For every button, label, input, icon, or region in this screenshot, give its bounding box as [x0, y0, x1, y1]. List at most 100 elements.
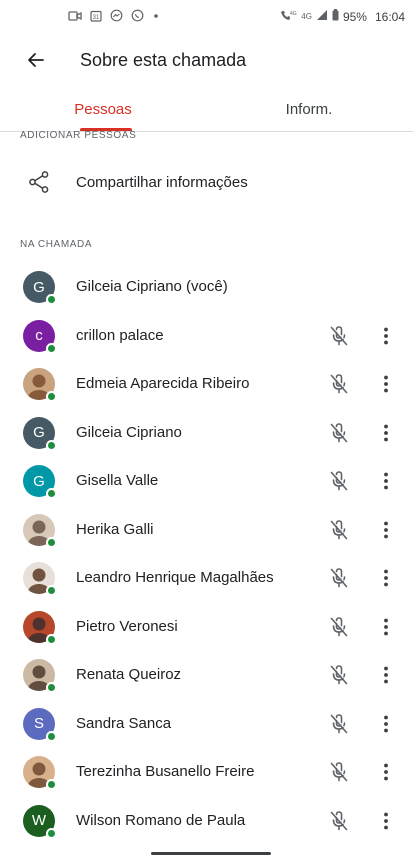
avatar	[23, 756, 57, 790]
online-status-dot	[46, 536, 57, 548]
more-vert-icon[interactable]	[374, 809, 398, 833]
tab-pessoas[interactable]: Pessoas	[0, 86, 206, 132]
more-vert-icon[interactable]	[374, 324, 398, 348]
system-status: 4G 4G 95% 16:04	[279, 9, 405, 24]
page-title: Sobre esta chamada	[80, 50, 247, 70]
participant-name: Wilson Romano de Paula	[76, 811, 246, 829]
battery-percent: 95%	[342, 9, 367, 24]
mic-off-icon[interactable]	[327, 712, 351, 736]
online-status-dot	[46, 294, 57, 305]
more-vert-icon[interactable]	[374, 421, 398, 445]
mic-off-icon[interactable]	[327, 469, 351, 493]
back-button[interactable]	[22, 48, 50, 76]
avatar: W	[23, 804, 57, 839]
mic-off-icon[interactable]	[327, 372, 351, 396]
network-type: 4G	[301, 12, 312, 21]
avatar	[23, 562, 57, 596]
avatar	[23, 659, 57, 693]
mic-off-icon[interactable]	[327, 324, 351, 348]
participant-row[interactable]: G Gisella Valle	[0, 457, 413, 506]
calendar-icon: 31	[90, 10, 102, 22]
more-vert-icon[interactable]	[374, 712, 398, 736]
section-header-in-call: NA CHAMADA	[20, 239, 93, 250]
mic-off-icon[interactable]	[327, 809, 351, 833]
whatsapp-icon	[131, 9, 144, 22]
wifi-call-icon: 4G	[279, 9, 297, 24]
arrow-back-icon	[27, 51, 45, 74]
avatar: S	[23, 707, 57, 742]
online-status-dot	[46, 633, 57, 645]
share-icon	[28, 170, 50, 199]
more-vert-icon[interactable]	[374, 566, 398, 590]
online-status-dot	[46, 585, 57, 596]
more-vert-icon[interactable]	[374, 469, 398, 493]
mic-off-icon[interactable]	[327, 566, 351, 590]
avatar: c	[23, 319, 57, 354]
share-info-label: Compartilhar informações	[76, 174, 248, 191]
mic-off-icon[interactable]	[327, 518, 351, 542]
svg-text:31: 31	[93, 15, 100, 21]
notification-icons: 31	[68, 9, 160, 22]
participant-name: Leandro Henrique Magalhães	[76, 569, 274, 586]
more-vert-icon[interactable]	[374, 518, 398, 542]
online-status-dot	[46, 342, 57, 354]
video-camera-icon	[68, 10, 82, 22]
more-vert-icon[interactable]	[374, 760, 398, 784]
participant-row[interactable]: Terezinha Busanello Freire	[0, 748, 413, 797]
avatar: G	[23, 416, 57, 451]
app-bar: Sobre esta chamada	[0, 36, 413, 86]
avatar-initial: G	[33, 424, 45, 441]
participant-name: Gilceia Cipriano	[76, 423, 182, 441]
participant-row[interactable]: G Gilceia Cipriano	[0, 409, 413, 458]
more-vert-icon[interactable]	[374, 615, 398, 639]
participant-row[interactable]: Herika Galli	[0, 506, 413, 555]
participant-name: crillon palace	[76, 326, 164, 344]
avatar-initial: G	[33, 278, 45, 296]
online-status-dot	[46, 488, 57, 499]
participant-list: G Gilceia Cipriano (você) c crillon palace E…	[0, 263, 413, 845]
mic-off-icon[interactable]	[327, 663, 351, 687]
participant-name: Renata Queiroz	[76, 666, 182, 683]
avatar-initial: S	[33, 715, 44, 732]
avatar	[23, 513, 57, 548]
tab-inform[interactable]: Inform.	[206, 86, 412, 132]
avatar	[23, 610, 57, 645]
share-info-button[interactable]: Compartilhar informações	[0, 160, 413, 206]
online-status-dot	[46, 730, 57, 742]
participant-row[interactable]: S Sandra Sanca	[0, 700, 413, 749]
avatar	[23, 368, 57, 402]
messenger-icon	[110, 9, 123, 22]
participant-name: Terezinha Busanello Freire	[76, 763, 255, 780]
clock: 16:04	[374, 9, 405, 24]
avatar-initial: G	[33, 472, 45, 490]
signal-icon	[316, 9, 328, 24]
avatar-initial: c	[35, 327, 43, 344]
participant-row[interactable]: W Wilson Romano de Paula	[0, 797, 413, 846]
avatar: G	[23, 465, 57, 499]
avatar: G	[23, 271, 57, 305]
online-status-dot	[46, 682, 57, 693]
participant-row[interactable]: Pietro Veronesi	[0, 603, 413, 652]
tab-bar: Pessoas Inform.	[0, 86, 413, 132]
mic-off-icon[interactable]	[327, 421, 351, 445]
online-status-dot	[46, 439, 57, 451]
participant-row[interactable]: G Gilceia Cipriano (você)	[0, 263, 413, 312]
participant-name: Sandra Sanca	[76, 714, 172, 732]
section-header-add-people: ADICIONAR PESSOAS	[20, 130, 137, 141]
participant-row[interactable]: Leandro Henrique Magalhães	[0, 554, 413, 603]
participant-row[interactable]: c crillon palace	[0, 312, 413, 361]
participant-name: Edmeia Aparecida Ribeiro	[76, 375, 250, 392]
more-vert-icon[interactable]	[374, 663, 398, 687]
mic-off-icon[interactable]	[327, 615, 351, 639]
participant-name: Gisella Valle	[76, 472, 159, 489]
status-bar: 31 4G 4G 95% 16:04	[0, 0, 413, 34]
more-vert-icon[interactable]	[374, 372, 398, 396]
mic-off-icon[interactable]	[327, 760, 351, 784]
participant-row[interactable]: Renata Queiroz	[0, 651, 413, 700]
participant-name: Gilceia Cipriano (você)	[76, 278, 228, 295]
battery-icon	[332, 9, 339, 24]
online-status-dot	[46, 391, 57, 402]
participant-row[interactable]: Edmeia Aparecida Ribeiro	[0, 360, 413, 409]
participant-name: Herika Galli	[76, 520, 154, 538]
online-status-dot	[46, 779, 57, 790]
